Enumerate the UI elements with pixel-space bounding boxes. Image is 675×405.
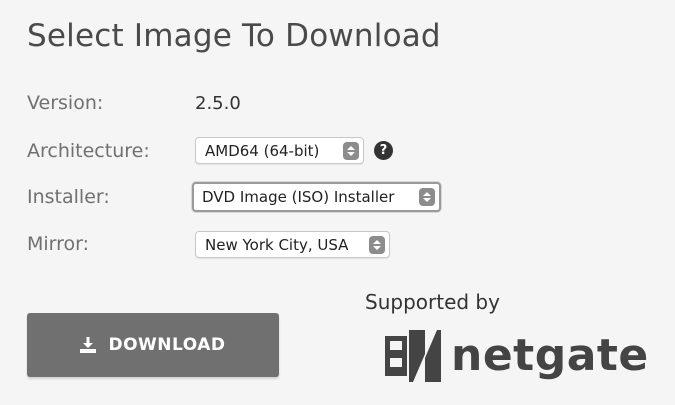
netgate-logo: netgate bbox=[385, 330, 649, 382]
mirror-label: Mirror: bbox=[27, 233, 90, 255]
architecture-select-value: AMD64 (64-bit) bbox=[205, 141, 320, 160]
architecture-select[interactable]: AMD64 (64-bit) bbox=[195, 137, 364, 164]
help-icon[interactable]: ? bbox=[374, 141, 393, 160]
installer-select[interactable]: DVD Image (ISO) Installer bbox=[192, 182, 441, 212]
select-stepper-icon bbox=[343, 141, 359, 160]
supported-by-text: Supported by bbox=[365, 290, 500, 314]
page-title: Select Image To Download bbox=[27, 18, 441, 54]
select-stepper-icon bbox=[369, 235, 385, 254]
architecture-label: Architecture: bbox=[27, 140, 150, 162]
mirror-select[interactable]: New York City, USA bbox=[195, 231, 390, 258]
download-button-label: DOWNLOAD bbox=[108, 335, 226, 355]
version-value: 2.5.0 bbox=[195, 93, 241, 114]
download-icon bbox=[80, 337, 97, 353]
installer-select-value: DVD Image (ISO) Installer bbox=[202, 188, 395, 206]
download-button[interactable]: DOWNLOAD bbox=[27, 313, 279, 377]
mirror-select-value: New York City, USA bbox=[205, 235, 349, 254]
installer-label: Installer: bbox=[27, 186, 110, 208]
netgate-logo-mark bbox=[385, 330, 441, 382]
netgate-logo-text: netgate bbox=[451, 330, 649, 381]
version-label: Version: bbox=[27, 92, 104, 114]
select-stepper-icon bbox=[419, 188, 435, 206]
